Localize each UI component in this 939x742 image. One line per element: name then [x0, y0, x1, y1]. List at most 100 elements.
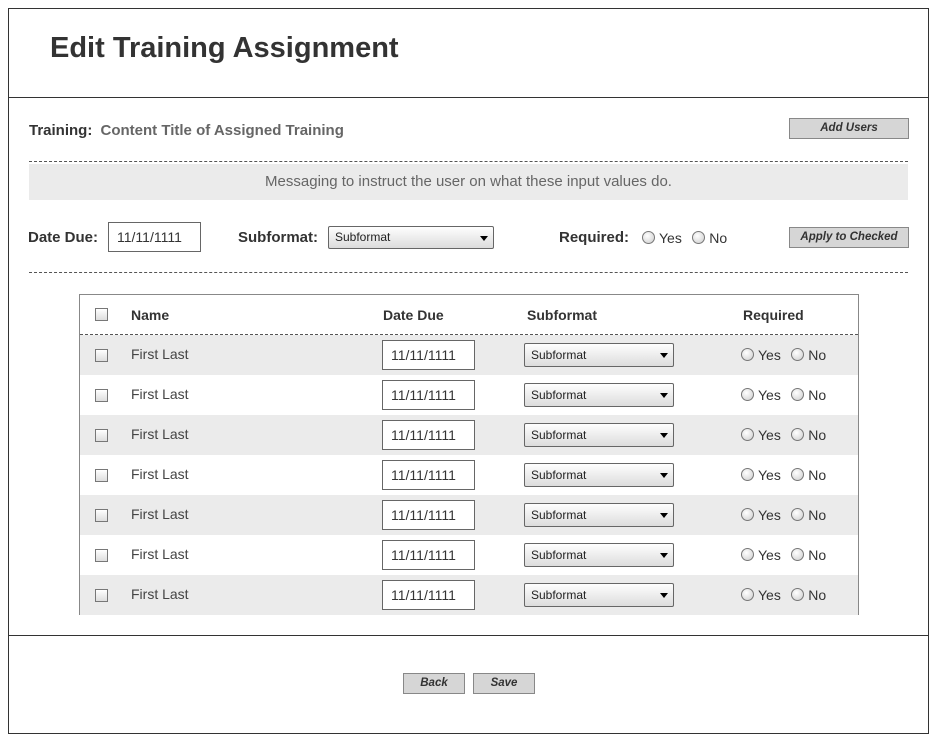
- column-header-subformat: Subformat: [527, 307, 597, 323]
- row-required-no-radio[interactable]: [791, 428, 805, 441]
- training-title: Content Title of Assigned Training: [100, 122, 344, 139]
- no-label: No: [808, 547, 827, 563]
- page-title: Edit Training Assignment: [50, 32, 399, 64]
- row-subformat-value: Subformat: [531, 428, 587, 442]
- column-header-required: Required: [743, 307, 804, 323]
- column-header-name: Name: [131, 307, 170, 323]
- table-header: Name Date Due Subformat Required: [80, 295, 858, 335]
- row-name: First Last: [131, 586, 189, 602]
- row-required-no-radio[interactable]: [791, 348, 805, 361]
- row-required-yes-radio[interactable]: [741, 588, 754, 601]
- row-name: First Last: [131, 506, 189, 522]
- table-row: First Last 11/11/1111 Subformat Yes No: [80, 495, 858, 535]
- yes-label: Yes: [758, 587, 781, 603]
- row-date-due-input[interactable]: 11/11/1111: [382, 340, 475, 370]
- row-checkbox[interactable]: [95, 509, 108, 522]
- yes-label: Yes: [758, 507, 781, 523]
- yes-label: Yes: [758, 547, 781, 563]
- row-date-due-input[interactable]: 11/11/1111: [382, 540, 475, 570]
- row-checkbox[interactable]: [95, 589, 108, 602]
- row-checkbox[interactable]: [95, 469, 108, 482]
- row-required-options: Yes No: [741, 387, 832, 405]
- yes-label: Yes: [758, 387, 781, 403]
- chevron-down-icon: [660, 553, 668, 558]
- bulk-required-yes-radio[interactable]: [642, 231, 655, 244]
- no-label: No: [709, 230, 728, 246]
- row-subformat-select[interactable]: Subformat: [524, 503, 674, 527]
- row-date-due-input[interactable]: 11/11/1111: [382, 420, 475, 450]
- training-label: Training:: [29, 122, 93, 139]
- row-checkbox[interactable]: [95, 389, 108, 402]
- required-label: Required:: [559, 229, 630, 246]
- add-users-button[interactable]: Add Users: [789, 118, 909, 139]
- column-header-date-due: Date Due: [383, 307, 444, 323]
- bulk-date-due-input[interactable]: 11/11/1111: [108, 222, 201, 252]
- row-required-options: Yes No: [741, 507, 832, 525]
- row-required-no-radio[interactable]: [791, 388, 805, 401]
- divider: [29, 272, 908, 273]
- footer-divider: [9, 635, 928, 636]
- no-label: No: [808, 347, 827, 363]
- assignment-table: Name Date Due Subformat Required First L…: [79, 294, 859, 615]
- row-checkbox[interactable]: [95, 549, 108, 562]
- row-required-yes-radio[interactable]: [741, 548, 754, 561]
- no-label: No: [808, 427, 827, 443]
- table-row: First Last 11/11/1111 Subformat Yes No: [80, 335, 858, 375]
- row-date-due-input[interactable]: 11/11/1111: [382, 500, 475, 530]
- row-name: First Last: [131, 386, 189, 402]
- row-required-no-radio[interactable]: [791, 588, 805, 601]
- row-required-options: Yes No: [741, 547, 832, 565]
- row-subformat-value: Subformat: [531, 588, 587, 602]
- row-subformat-select[interactable]: Subformat: [524, 423, 674, 447]
- row-name: First Last: [131, 546, 189, 562]
- page-frame: Edit Training Assignment Training: Conte…: [8, 8, 929, 734]
- row-subformat-select[interactable]: Subformat: [524, 383, 674, 407]
- divider: [29, 161, 908, 162]
- table-row: First Last 11/11/1111 Subformat Yes No: [80, 415, 858, 455]
- chevron-down-icon: [660, 513, 668, 518]
- row-subformat-select[interactable]: Subformat: [524, 463, 674, 487]
- table-row: First Last 11/11/1111 Subformat Yes No: [80, 455, 858, 495]
- chevron-down-icon: [660, 353, 668, 358]
- apply-to-checked-button[interactable]: Apply to Checked: [789, 227, 909, 248]
- table-row: First Last 11/11/1111 Subformat Yes No: [80, 535, 858, 575]
- row-required-yes-radio[interactable]: [741, 348, 754, 361]
- row-subformat-select[interactable]: Subformat: [524, 543, 674, 567]
- no-label: No: [808, 387, 827, 403]
- row-name: First Last: [131, 426, 189, 442]
- row-required-yes-radio[interactable]: [741, 388, 754, 401]
- row-required-no-radio[interactable]: [791, 468, 805, 481]
- chevron-down-icon: [480, 235, 488, 241]
- chevron-down-icon: [660, 393, 668, 398]
- no-label: No: [808, 587, 827, 603]
- no-label: No: [808, 507, 827, 523]
- row-subformat-select[interactable]: Subformat: [524, 343, 674, 367]
- yes-label: Yes: [659, 230, 682, 246]
- row-required-yes-radio[interactable]: [741, 508, 754, 521]
- row-name: First Last: [131, 466, 189, 482]
- save-button[interactable]: Save: [473, 673, 535, 694]
- row-date-due-input[interactable]: 11/11/1111: [382, 380, 475, 410]
- row-checkbox[interactable]: [95, 429, 108, 442]
- row-subformat-select[interactable]: Subformat: [524, 583, 674, 607]
- row-required-yes-radio[interactable]: [741, 468, 754, 481]
- row-required-options: Yes No: [741, 467, 832, 485]
- back-button[interactable]: Back: [403, 673, 465, 694]
- row-date-due-input[interactable]: 11/11/1111: [382, 580, 475, 610]
- bulk-required-options: Yes No: [642, 230, 733, 248]
- table-row: First Last 11/11/1111 Subformat Yes No: [80, 575, 858, 615]
- row-required-no-radio[interactable]: [791, 548, 805, 561]
- no-label: No: [808, 467, 827, 483]
- bulk-subformat-select[interactable]: Subformat: [328, 226, 494, 249]
- row-subformat-value: Subformat: [531, 348, 587, 362]
- chevron-down-icon: [660, 473, 668, 478]
- row-checkbox[interactable]: [95, 349, 108, 362]
- row-required-yes-radio[interactable]: [741, 428, 754, 441]
- chevron-down-icon: [660, 433, 668, 438]
- select-all-checkbox[interactable]: [95, 308, 108, 321]
- subformat-label: Subformat:: [238, 229, 318, 246]
- row-date-due-input[interactable]: 11/11/1111: [382, 460, 475, 490]
- bulk-required-no-radio[interactable]: [692, 231, 706, 244]
- row-subformat-value: Subformat: [531, 508, 587, 522]
- row-required-no-radio[interactable]: [791, 508, 805, 521]
